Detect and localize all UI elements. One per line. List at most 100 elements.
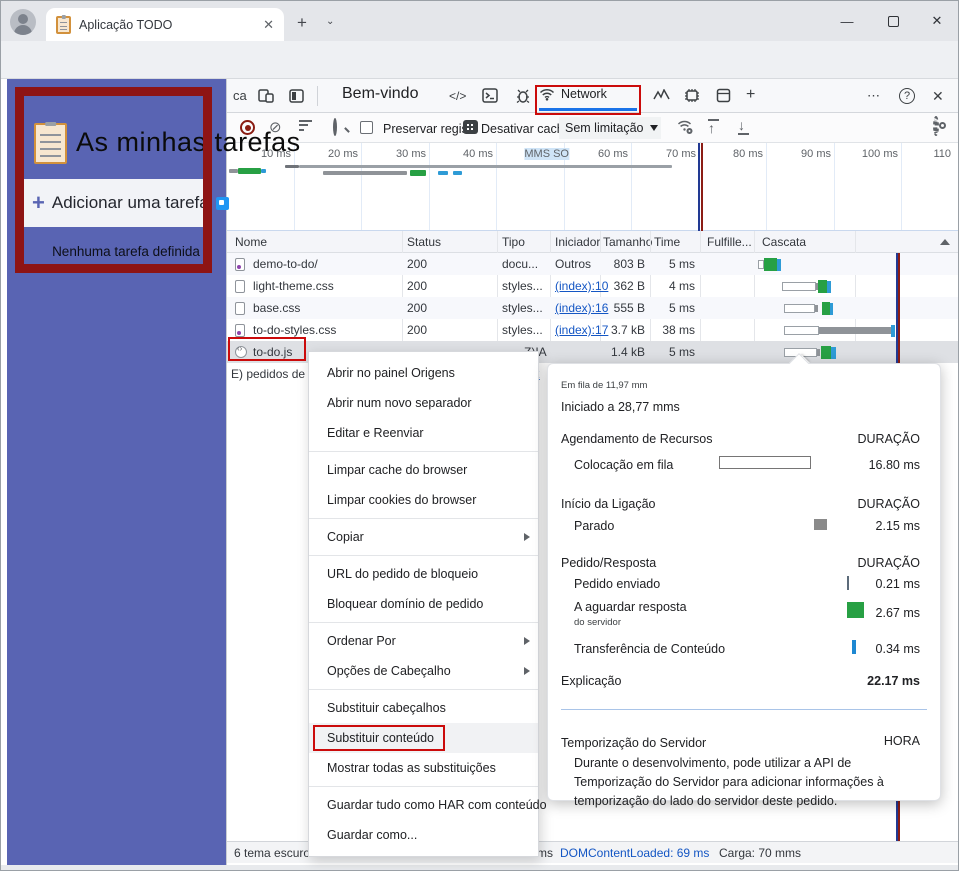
overview-bar — [285, 165, 299, 168]
menu-edit-resend[interactable]: Editar e Reenviar — [309, 418, 538, 448]
waterfall-bar — [817, 349, 820, 356]
tab-performance-icon[interactable] — [653, 89, 670, 102]
window-close-button[interactable]: ✕ — [914, 1, 958, 41]
network-overview-timeline[interactable]: 10 ms 20 ms 30 ms 40 ms MMS SO 60 ms 70 … — [227, 143, 958, 231]
requests-table-header: Nome Status Tipo Iniciador Tamanho Time … — [227, 231, 958, 253]
menu-divider — [309, 689, 538, 690]
browser-tab[interactable]: Aplicação TODO ✕ — [46, 8, 284, 41]
col-tipo[interactable]: Tipo — [502, 235, 525, 249]
waterfall-bar — [831, 347, 836, 359]
request-row-to-do-styles[interactable]: to-do-styles.css 200 styles... (index):1… — [227, 319, 958, 341]
window-bottom-edge — [1, 865, 958, 870]
menu-save-har[interactable]: Guardar tudo como HAR com conteúdo — [309, 790, 547, 820]
waterfall-bar — [827, 281, 831, 293]
profile-avatar-icon[interactable] — [10, 9, 36, 35]
export-har-icon[interactable]: ↓ — [738, 118, 749, 135]
request-row-demo-to-do[interactable]: demo-to-do/ 200 docu... Outros 803 B 5 m… — [227, 253, 958, 275]
tab-close-icon[interactable]: ✕ — [263, 17, 274, 33]
overview-bar — [238, 168, 261, 174]
menu-header-options[interactable]: Opções de Cabeçalho — [309, 656, 538, 686]
content-download-bar — [852, 640, 856, 654]
col-time[interactable]: Time — [654, 235, 680, 249]
devtools-more-icon[interactable]: ⋯ — [867, 88, 881, 104]
request-row-light-theme[interactable]: light-theme.css 200 styles... (index):10… — [227, 275, 958, 297]
menu-override-content[interactable]: Substituir conteúdo — [309, 723, 538, 753]
menu-copy[interactable]: Copiar — [309, 522, 538, 552]
tab-list-chevron-icon[interactable]: ⌄ — [326, 16, 334, 27]
col-iniciador[interactable]: Iniciador — [555, 235, 600, 249]
tick-40ms: 40 ms — [463, 148, 493, 160]
todojs-annotation-redbox — [228, 337, 306, 361]
stylesheet-file-icon — [235, 280, 245, 293]
devtools-close-icon[interactable]: ✕ — [932, 88, 944, 105]
maximize-button[interactable] — [870, 1, 916, 41]
throttling-select[interactable]: Sem limitação — [559, 117, 661, 139]
disable-cache-label[interactable]: Desativar cache — [481, 122, 571, 136]
menu-block-request-url[interactable]: URL do pedido de bloqueio — [309, 559, 538, 589]
preserve-log-checkbox[interactable] — [360, 121, 373, 134]
tab-console-icon[interactable] — [482, 88, 498, 103]
search-icon[interactable] — [333, 118, 337, 136]
menu-sort-by[interactable]: Ordenar Por — [309, 626, 538, 656]
col-cascata[interactable]: Cascata — [762, 235, 806, 249]
col-tamanho[interactable]: Tamanho — [603, 235, 652, 249]
request-context-menu: Abrir no painel Origens Abrir num novo s… — [308, 351, 547, 857]
duration-header: DURAÇÃO — [857, 432, 920, 446]
server-timing-description: Durante o desenvolvimento, pode utilizar… — [574, 756, 884, 808]
content-download-label: Transferência de Conteúdo — [574, 642, 726, 656]
col-status[interactable]: Status — [407, 235, 441, 249]
minimize-button[interactable]: — — [824, 1, 870, 41]
menu-show-all-overrides[interactable]: Mostrar todas as substituições — [309, 753, 538, 783]
tab-sources-bug-icon[interactable] — [515, 88, 531, 103]
browser-window: Aplicação TODO ✕ + ⌄ — ✕ ← ↻ https://mic… — [0, 0, 959, 871]
inspect-label[interactable]: ca — [233, 88, 247, 103]
network-annotation-redbox — [535, 85, 641, 115]
menu-clear-cookies[interactable]: Limpar cookies do browser — [309, 485, 538, 515]
menu-override-headers[interactable]: Substituir cabeçalhos — [309, 693, 538, 723]
waiting-bar — [847, 602, 864, 618]
col-fulfilled[interactable]: Fulfille... — [707, 235, 752, 249]
tab-memory-icon[interactable] — [684, 88, 700, 103]
waterfall-bar — [782, 282, 816, 291]
request-sent-value: 0.21 ms — [875, 577, 920, 591]
tick-20ms: 20 ms — [328, 148, 358, 160]
menu-divider — [309, 555, 538, 556]
navigation-bar: ← ↻ https://microsoftedge.github.io/Demo… — [1, 41, 958, 113]
menu-clear-cache[interactable]: Limpar cache do browser — [309, 455, 538, 485]
menu-divider — [309, 451, 538, 452]
tab-application-icon[interactable] — [716, 88, 731, 103]
total-label: Explicação — [561, 674, 622, 688]
server-timing-unit: HORA — [883, 734, 920, 748]
tick-60ms: 60 ms — [598, 148, 628, 160]
tick-80ms: 80 ms — [733, 148, 763, 160]
more-tabs-plus-icon[interactable]: + — [746, 86, 755, 104]
menu-open-in-sources[interactable]: Abrir no painel Origens — [309, 358, 538, 388]
device-emulation-icon[interactable] — [258, 89, 274, 103]
tab-welcome[interactable]: Bem-vindo — [342, 85, 418, 103]
dock-side-icon[interactable] — [289, 89, 304, 103]
waterfall-bar — [784, 304, 815, 313]
menu-block-request-domain[interactable]: Bloquear domínio de pedido — [309, 589, 538, 619]
waterfall-bar — [891, 325, 895, 337]
waterfall-bar — [830, 303, 833, 315]
network-settings-gear-icon[interactable] — [933, 116, 939, 136]
menu-open-new-tab[interactable]: Abrir num novo separador — [309, 388, 538, 418]
translate-badge-dark-icon — [463, 120, 478, 134]
section-connection-start: Início da Ligação — [561, 497, 656, 511]
overview-bar — [453, 171, 462, 175]
sort-arrow-icon[interactable] — [940, 239, 950, 245]
queueing-value: 16.80 ms — [868, 458, 920, 472]
import-har-icon[interactable]: ↑ — [708, 118, 719, 135]
waterfall-bar — [784, 326, 819, 335]
request-row-base-css[interactable]: base.css 200 styles... (index):16 555 B … — [227, 297, 958, 319]
tab-elements-icon[interactable]: </> — [449, 89, 466, 103]
started-at: Iniciado a 28,77 mms — [561, 400, 680, 414]
queueing-bar — [719, 456, 811, 469]
col-nome[interactable]: Nome — [235, 235, 267, 249]
duration-header: DURAÇÃO — [857, 556, 920, 570]
new-tab-button[interactable]: + — [297, 13, 307, 33]
network-conditions-icon[interactable] — [677, 120, 694, 135]
devtools-help-icon[interactable]: ? — [899, 88, 915, 104]
menu-divider — [309, 622, 538, 623]
menu-save-as[interactable]: Guardar como... — [309, 820, 538, 850]
